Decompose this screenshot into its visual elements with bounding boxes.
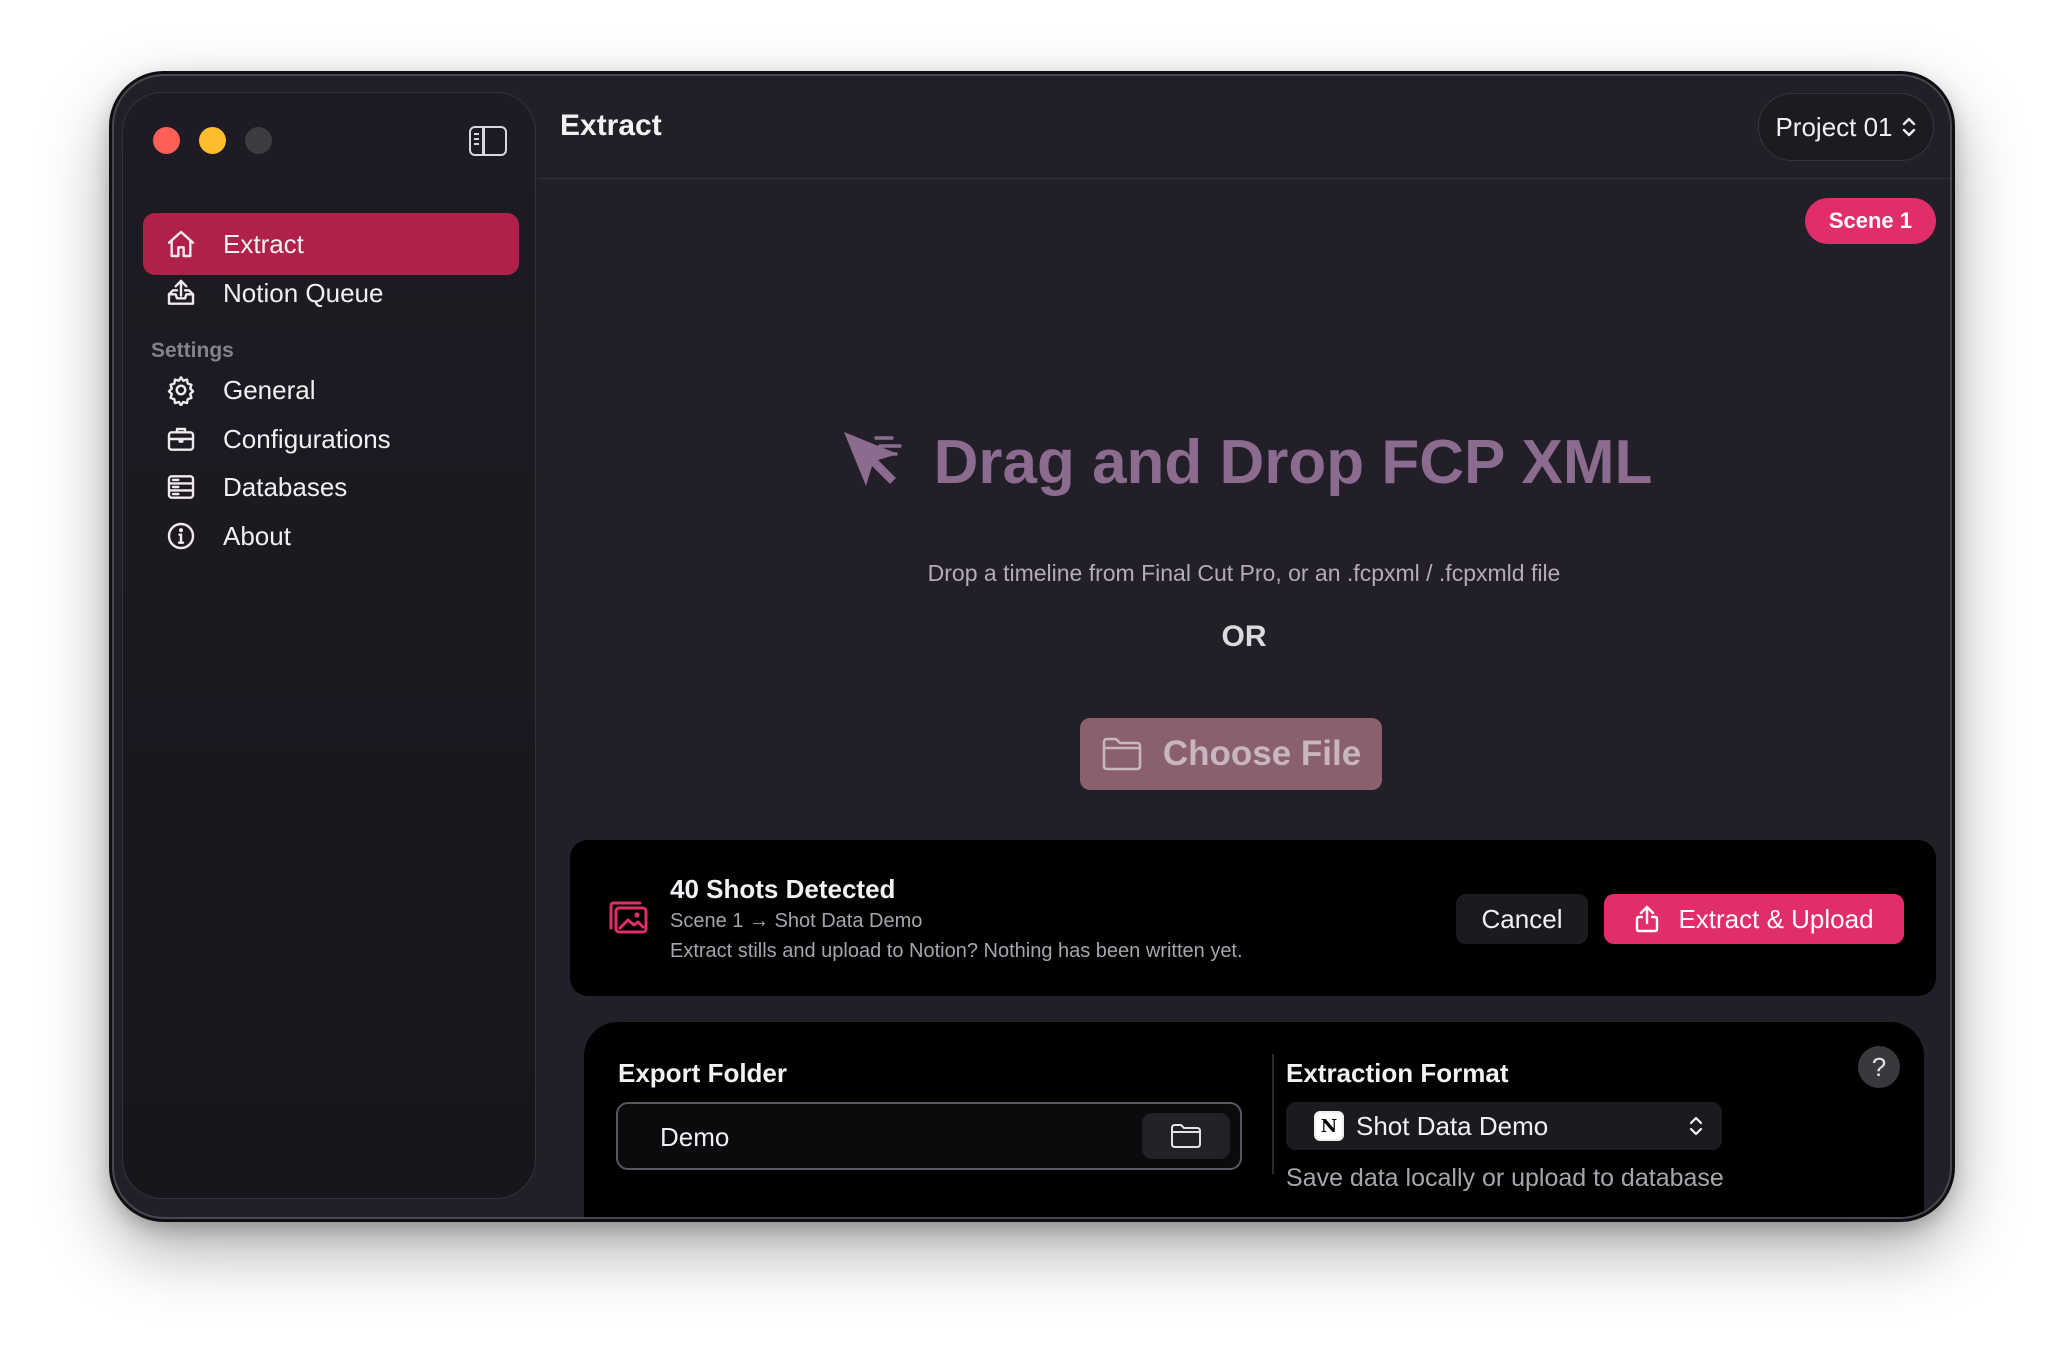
shots-count-title: 40 Shots Detected — [670, 874, 896, 904]
export-folder-value: Demo — [660, 1122, 730, 1152]
notion-icon: N — [1314, 1111, 1344, 1141]
briefcase-icon — [163, 421, 199, 457]
close-window-button[interactable] — [153, 127, 180, 154]
sidebar: Extract Notion Queue Settings General Co… — [122, 92, 536, 1199]
extraction-format-value: Shot Data Demo — [1356, 1110, 1549, 1141]
sidebar-item-label: Extract — [223, 228, 304, 259]
drop-title: Drag and Drop FCP XML — [538, 426, 1950, 498]
folder-icon — [1102, 737, 1142, 771]
sidebar-item-about[interactable]: About — [143, 505, 519, 567]
shots-detected-panel: 40 Shots Detected Scene 1 → Shot Data De… — [570, 840, 1936, 996]
minimize-window-button[interactable] — [199, 127, 226, 154]
tray-upload-icon — [163, 275, 199, 311]
export-folder-label: Export Folder — [618, 1058, 788, 1088]
page-title: Extract — [560, 109, 662, 142]
chevron-up-down-icon — [1689, 1116, 1703, 1136]
sidebar-toggle-icon[interactable] — [469, 126, 507, 156]
export-folder-field[interactable]: Demo — [616, 1102, 1242, 1170]
drop-title-text: Drag and Drop FCP XML — [933, 427, 1653, 497]
app-window: Extract Notion Queue Settings General Co… — [112, 74, 1952, 1219]
shots-route: Scene 1 → Shot Data Demo — [670, 910, 923, 932]
folder-icon — [1171, 1124, 1201, 1148]
chevron-up-down-icon — [1902, 117, 1915, 137]
project-selector[interactable]: Project 01 — [1758, 93, 1934, 161]
project-selector-label: Project 01 — [1775, 111, 1893, 142]
house-icon — [163, 226, 199, 262]
choose-file-label: Choose File — [1162, 734, 1362, 773]
cancel-button[interactable]: Cancel — [1456, 894, 1588, 944]
column-divider — [1272, 1054, 1274, 1174]
extraction-format-select[interactable]: N Shot Data Demo — [1286, 1102, 1722, 1150]
export-settings-panel: Export Folder Demo Extraction Format N S… — [584, 1022, 1924, 1217]
main-content: Extract Project 01 Scene 1 Drag and Drop… — [538, 76, 1950, 1217]
sidebar-item-label: About — [223, 520, 291, 551]
drop-zone[interactable]: Drag and Drop FCP XML Drop a timeline fr… — [538, 180, 1950, 800]
toolbar: Extract Project 01 — [538, 76, 1950, 179]
drop-subtitle: Drop a timeline from Final Cut Pro, or a… — [927, 560, 1561, 586]
info-icon — [163, 518, 199, 554]
photo-stack-icon — [609, 901, 648, 934]
extraction-format-help: Save data locally or upload to database — [1286, 1164, 1724, 1192]
help-button[interactable]: ? — [1858, 1046, 1900, 1088]
sidebar-item-label: Databases — [223, 471, 348, 502]
sidebar-item-label: Configurations — [223, 423, 391, 454]
extract-upload-label: Extract & Upload — [1678, 903, 1874, 934]
extraction-format-label: Extraction Format — [1286, 1058, 1509, 1088]
sidebar-item-label: General — [223, 374, 316, 405]
share-upload-icon — [1636, 905, 1659, 933]
choose-file-button[interactable]: Choose File — [1080, 718, 1382, 790]
or-divider-label: OR — [1221, 620, 1267, 653]
sidebar-item-notion-queue[interactable]: Notion Queue — [143, 262, 519, 324]
browse-folder-button[interactable] — [1142, 1113, 1230, 1159]
sidebar-item-label: Notion Queue — [223, 277, 384, 308]
extract-upload-button[interactable]: Extract & Upload — [1604, 894, 1904, 944]
zoom-window-button[interactable] — [245, 127, 272, 154]
server-icon — [163, 469, 199, 505]
gear-icon — [163, 372, 199, 408]
shots-message: Extract stills and upload to Notion? Not… — [670, 940, 1243, 962]
cursor-click-icon — [843, 432, 902, 486]
